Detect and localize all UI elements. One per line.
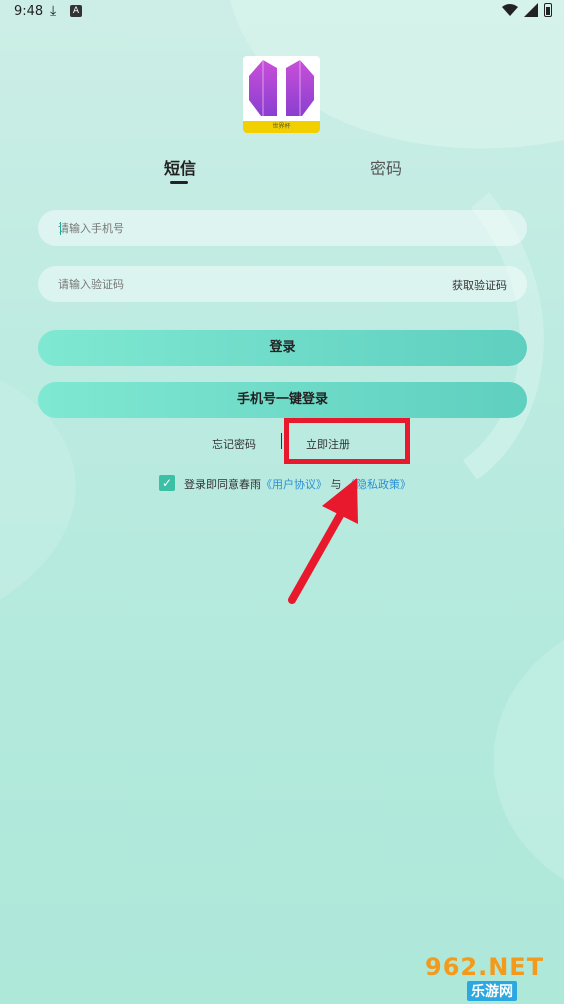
battery-icon <box>544 3 552 17</box>
one-key-login-button[interactable]: 手机号一键登录 <box>38 382 527 418</box>
wifi-icon <box>502 4 518 16</box>
signal-icon <box>524 3 538 17</box>
agreement-joiner: 与 <box>330 478 342 491</box>
phone-input[interactable] <box>58 210 438 246</box>
highlight-box <box>284 418 410 464</box>
agreement-prefix: 登录即同意春雨 <box>184 478 261 491</box>
status-time: 9:48 <box>14 4 44 19</box>
status-bar: 9:48 ⤓ A <box>0 0 564 26</box>
watermark-top: 962.NET <box>425 953 545 981</box>
pointer-arrow-icon <box>288 478 358 604</box>
watermark-bottom: 乐游网 <box>467 981 517 1001</box>
link-divider <box>281 433 282 449</box>
login-button[interactable]: 登录 <box>38 330 527 366</box>
download-icon: ⤓ <box>50 3 57 19</box>
agreement-checkbox[interactable]: ✓ <box>159 475 175 491</box>
logo-figure-icon <box>249 60 314 116</box>
privacy-policy-link[interactable]: 《隐私政策》 <box>345 478 411 491</box>
agreement-text: 登录即同意春雨《用户协议》 与 《隐私政策》 <box>184 476 411 492</box>
logo-caption: 世界杯 <box>243 121 320 133</box>
text-caret <box>60 222 61 235</box>
forget-password-link[interactable]: 忘记密码 <box>212 436 256 452</box>
tab-password[interactable]: 密码 <box>370 155 402 179</box>
code-input[interactable] <box>58 266 438 302</box>
app-logo: 世界杯 <box>243 56 320 133</box>
background-swirl <box>0 0 564 880</box>
user-agreement-link[interactable]: 《用户协议》 <box>261 478 327 491</box>
tab-sms[interactable]: 短信 <box>164 155 196 179</box>
phone-field[interactable] <box>38 210 527 246</box>
code-field[interactable]: 获取验证码 <box>38 266 527 302</box>
status-icons <box>502 3 552 17</box>
tab-active-indicator <box>170 181 188 184</box>
get-code-button[interactable]: 获取验证码 <box>452 277 507 293</box>
app-notification-icon: A <box>70 5 82 17</box>
watermark: 962.NET 乐游网 <box>425 953 557 1001</box>
